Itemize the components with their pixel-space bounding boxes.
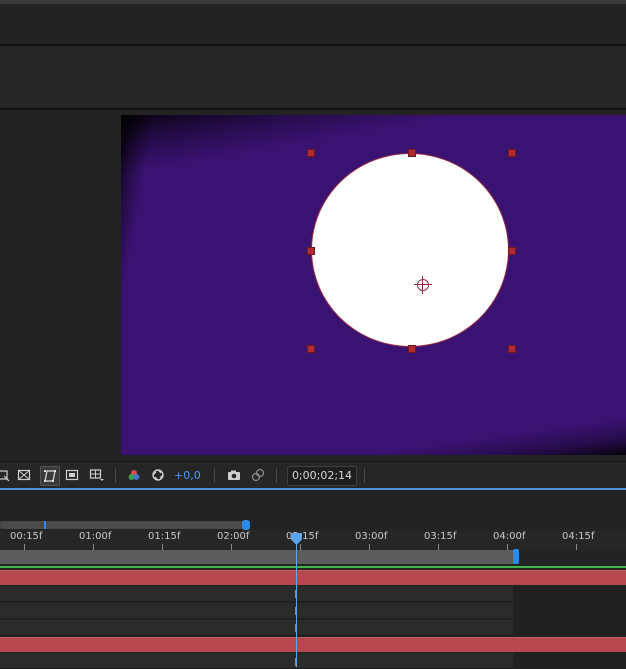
ellipse-shape-layer[interactable]: [311, 153, 509, 347]
ruler-label: 04:15f: [562, 531, 595, 542]
bounding-box-handle-bottom-left[interactable]: [307, 345, 315, 353]
reset-exposure-icon[interactable]: [151, 468, 165, 482]
ruler-label: 04:00f: [493, 531, 526, 542]
toolbar-divider: [364, 468, 365, 483]
show-snapshot-icon[interactable]: [250, 468, 265, 482]
bounding-box-handle-top-right[interactable]: [508, 149, 516, 157]
anchor-point-icon[interactable]: [414, 276, 432, 294]
region-of-interest-icon[interactable]: [0, 468, 10, 482]
composition-canvas[interactable]: [121, 115, 626, 455]
bounding-box-handle-middle-right[interactable]: [508, 247, 516, 255]
ruler-label: 03:15f: [424, 531, 457, 542]
ruler-label: 02:00f: [217, 531, 250, 542]
ruler-label: 01:00f: [79, 531, 112, 542]
channel-icon[interactable]: [127, 468, 141, 482]
grid-guides-icon[interactable]: [89, 468, 104, 482]
toolbar-divider: [276, 468, 277, 483]
transparency-grid-icon[interactable]: [17, 468, 31, 482]
current-time-display[interactable]: 0;00;02;14: [287, 466, 357, 486]
viewer-toolbar: +0,0 0;00;02;14: [0, 461, 626, 489]
toolbar-divider: [214, 468, 215, 483]
bounding-box-handle-middle-left[interactable]: [307, 247, 315, 255]
ruler-label: 01:15f: [148, 531, 181, 542]
safe-margins-icon[interactable]: [65, 468, 79, 482]
render-cache-indicator: [0, 566, 626, 568]
time-navigator-end-handle[interactable]: [242, 520, 250, 530]
ruler-label: 03:00f: [355, 531, 388, 542]
layer-duration-bar[interactable]: [0, 570, 626, 585]
mask-path-visibility-icon[interactable]: [40, 466, 60, 486]
toolbar-divider: [115, 468, 116, 483]
time-navigator-bar[interactable]: [0, 521, 246, 529]
ruler-label: 00:15f: [10, 531, 43, 542]
work-area-end-handle[interactable]: [513, 549, 519, 564]
snapshot-icon[interactable]: [227, 468, 241, 482]
panel-header: [0, 4, 626, 46]
time-ruler[interactable]: 00:15f 01:00f 01:15f 02:00f 02:15f 03:00…: [0, 530, 626, 550]
bounding-box-handle-bottom-right[interactable]: [508, 345, 516, 353]
layer-duration-bar[interactable]: [0, 637, 626, 652]
current-time-indicator-line[interactable]: [296, 537, 297, 667]
work-area-bar[interactable]: [0, 550, 516, 564]
property-row-outside-area: [513, 603, 626, 619]
time-navigator-marker: [44, 521, 46, 529]
bounding-box-handle-top-left[interactable]: [307, 149, 315, 157]
bounding-box-handle-top-center[interactable]: [408, 149, 416, 157]
panel-toolbar: [0, 46, 626, 110]
ruler-label: 02:15f: [286, 531, 319, 542]
property-row-outside-area: [513, 620, 626, 636]
timeline-panel: 00:15f 01:00f 01:15f 02:00f 02:15f 03:00…: [0, 490, 626, 669]
ruler-tick: [576, 544, 577, 550]
bounding-box-handle-bottom-center[interactable]: [408, 345, 416, 353]
exposure-value[interactable]: +0,0: [174, 469, 201, 482]
composition-viewer: [0, 110, 626, 460]
property-row-outside-area: [513, 586, 626, 602]
